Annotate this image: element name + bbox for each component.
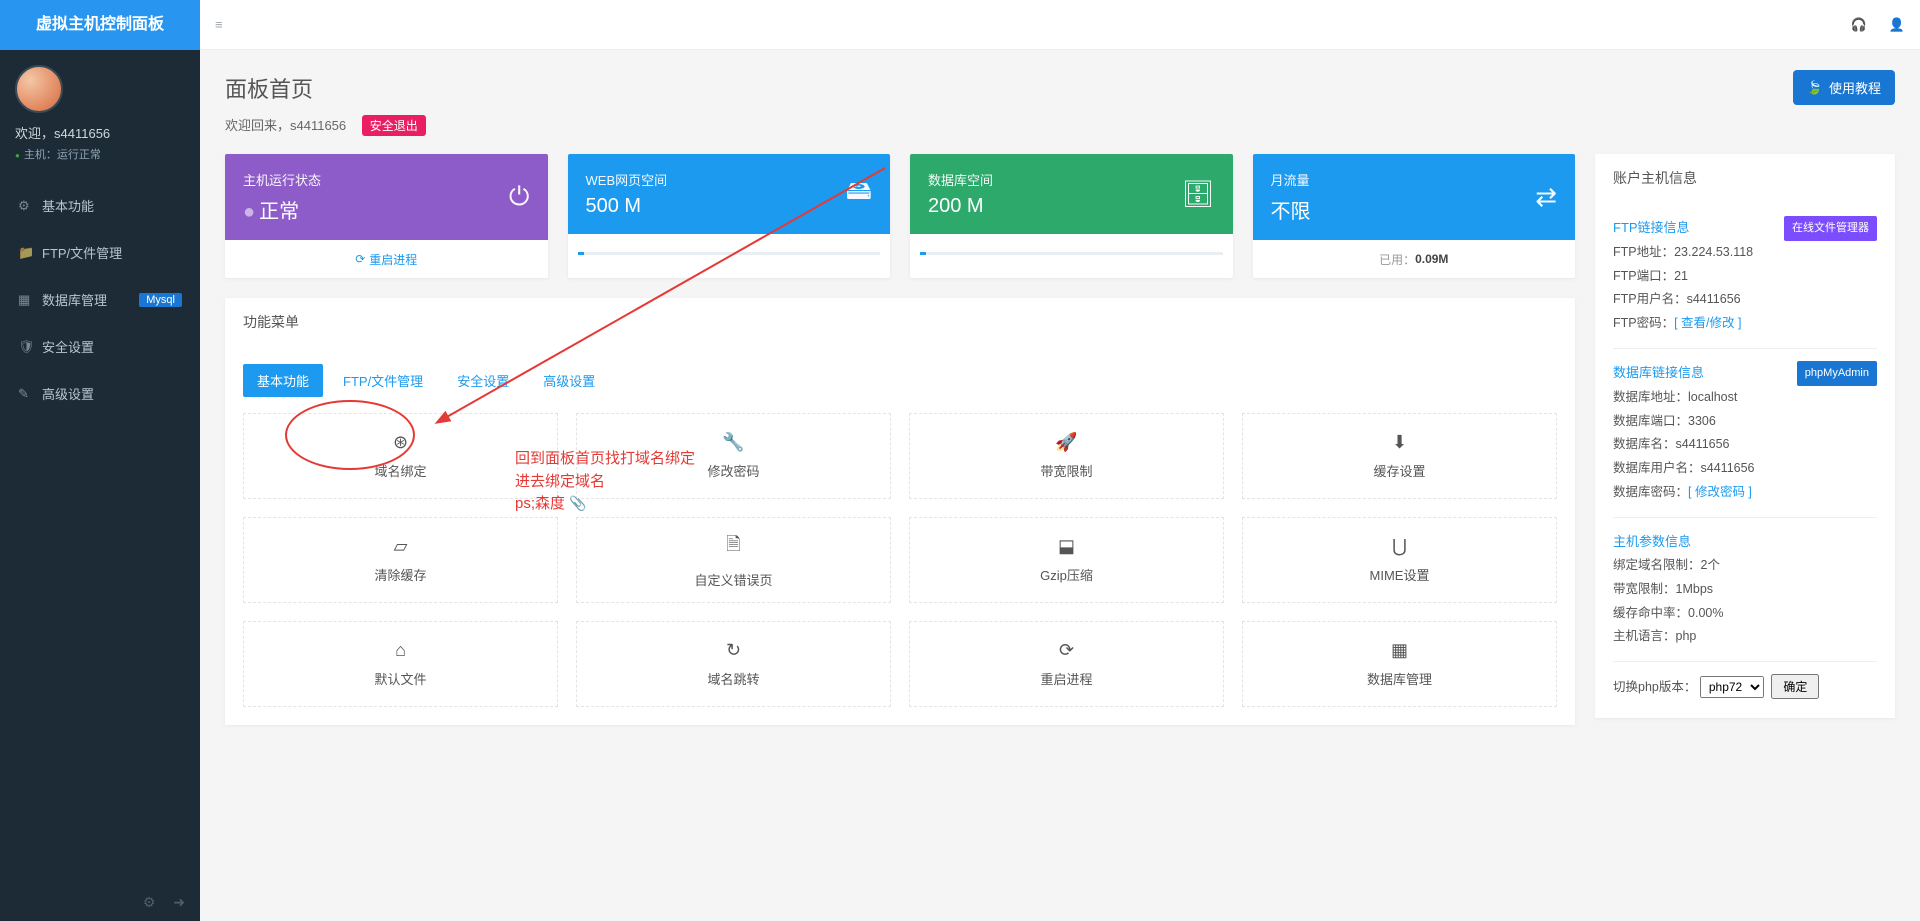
- download-icon: ⬇: [1392, 432, 1407, 453]
- status-card-host: 主机运行状态 ●正常 ⏻ ⟳ 重启进程: [225, 154, 548, 278]
- sub-head: 欢迎回来，s4411656 安全退出: [225, 115, 1895, 136]
- file-icon: 🗎: [726, 532, 740, 562]
- sidebar: 虚拟主机控制面板 欢迎，s4411656 主机：运行正常 ⚙基本功能 📁FTP/…: [0, 0, 200, 921]
- tab-ftp[interactable]: FTP/文件管理: [329, 364, 437, 397]
- fn-error-page[interactable]: 🗎自定义错误页: [576, 517, 891, 603]
- hdd-icon: 🖴: [846, 172, 872, 216]
- rocket-icon: 🚀: [1055, 432, 1077, 453]
- sidebar-bottom: ⚙ ➜: [0, 884, 200, 921]
- page-title: 面板首页: [225, 72, 313, 104]
- info-panel-title: 账户主机信息: [1595, 154, 1895, 202]
- gear-icon[interactable]: ⚙: [143, 894, 156, 910]
- status-card-db: 数据库空间 200 M 🗄: [910, 154, 1233, 278]
- rotate-icon: ↻: [726, 640, 741, 661]
- status-card-web: WEB网页空间 500 M 🖴: [568, 154, 891, 278]
- fn-domain-redirect[interactable]: ↻域名跳转: [576, 621, 891, 707]
- db-usage-bar: [910, 234, 1233, 272]
- avatar[interactable]: [15, 65, 63, 113]
- nav-db[interactable]: ▦数据库管理Mysql: [0, 276, 200, 323]
- gears-icon: ⚙: [18, 198, 42, 214]
- menu-tabs: 基本功能 FTP/文件管理 安全设置 高级设置: [243, 364, 1557, 397]
- tutorial-button[interactable]: 🍃 使用教程: [1793, 70, 1895, 105]
- topbar: ≡ 🎧 👤: [200, 0, 1920, 50]
- fn-default-file[interactable]: ⌂默认文件: [243, 621, 558, 707]
- tab-security[interactable]: 安全设置: [443, 364, 523, 397]
- menu-toggle-icon[interactable]: ≡: [215, 17, 223, 32]
- refresh-icon: ⟳: [1059, 640, 1074, 661]
- nav-basic[interactable]: ⚙基本功能: [0, 182, 200, 229]
- status-row: 主机运行状态 ●正常 ⏻ ⟳ 重启进程 WEB网页空间 500 M: [225, 154, 1575, 278]
- mysql-badge: Mysql: [139, 293, 182, 307]
- function-grid: ⊛域名绑定 🔧修改密码 🚀带宽限制 ⬇缓存设置 ▱清除缓存 🗎自定义错误页 ⬓G…: [243, 413, 1557, 707]
- web-usage-bar: [568, 234, 891, 272]
- fn-db-manage[interactable]: ▦数据库管理: [1242, 621, 1557, 707]
- page-head: 面板首页 🍃 使用教程: [225, 70, 1895, 105]
- tab-basic[interactable]: 基本功能: [243, 364, 323, 397]
- logout-icon[interactable]: ➜: [173, 894, 185, 910]
- account-info-panel: 账户主机信息 FTP链接信息 在线文件管理器 FTP地址：23.224.53.1…: [1595, 154, 1895, 718]
- dribbble-icon: ⊛: [393, 432, 408, 453]
- fn-domain-bind[interactable]: ⊛域名绑定: [243, 413, 558, 499]
- fn-cache-settings[interactable]: ⬇缓存设置: [1242, 413, 1557, 499]
- menu-panel-title: 功能菜单: [225, 298, 1575, 346]
- edit-icon: ✎: [18, 386, 42, 402]
- sidebar-user: 欢迎，s4411656 主机：运行正常: [0, 50, 200, 172]
- fn-mime[interactable]: ⋃MIME设置: [1242, 517, 1557, 603]
- shield-icon: 🛡: [18, 339, 42, 355]
- eraser-icon: ▱: [394, 536, 408, 557]
- phpmyadmin-button[interactable]: phpMyAdmin: [1797, 361, 1877, 386]
- main: ≡ 🎧 👤 面板首页 🍃 使用教程 欢迎回来，s4411656 安全退出: [200, 0, 1920, 745]
- nav-advanced[interactable]: ✎高级设置: [0, 370, 200, 417]
- php-switch-row: 切换php版本： php72 确定: [1613, 674, 1877, 700]
- db-section-title: 数据库链接信息 phpMyAdmin: [1613, 361, 1877, 386]
- exchange-icon: ⇄: [1535, 182, 1557, 213]
- ftp-section-title: FTP链接信息 在线文件管理器: [1613, 216, 1877, 241]
- dropbox-icon: ⬓: [1058, 536, 1075, 557]
- file-manager-button[interactable]: 在线文件管理器: [1784, 216, 1877, 241]
- table-icon: ▦: [18, 292, 42, 308]
- status-card-traffic: 月流量 不限 ⇄ 已用： 0.09M: [1253, 154, 1576, 278]
- user-icon[interactable]: 👤: [1889, 17, 1905, 33]
- nav-security[interactable]: 🛡安全设置: [0, 323, 200, 370]
- sidebar-nav: ⚙基本功能 📁FTP/文件管理 ▦数据库管理Mysql 🛡安全设置 ✎高级设置: [0, 182, 200, 417]
- wrench-icon: 🔧: [722, 432, 744, 453]
- magnet-icon: ⋃: [1392, 536, 1407, 557]
- restart-link[interactable]: ⟳ 重启进程: [225, 240, 548, 278]
- fn-bandwidth-limit[interactable]: 🚀带宽限制: [909, 413, 1224, 499]
- folder-icon: 📁: [18, 245, 42, 261]
- fn-gzip[interactable]: ⬓Gzip压缩: [909, 517, 1224, 603]
- host-section-title: 主机参数信息: [1613, 530, 1877, 555]
- host-status: 主机：运行正常: [15, 146, 185, 162]
- refresh-icon: ⟳: [355, 252, 365, 266]
- traffic-used: 已用： 0.09M: [1253, 240, 1576, 278]
- fn-change-password[interactable]: 🔧修改密码: [576, 413, 891, 499]
- brand-title: 虚拟主机控制面板: [0, 0, 200, 50]
- database-icon: 🗄: [1181, 179, 1214, 210]
- db-pwd-link[interactable]: [ 修改密码 ]: [1688, 485, 1752, 499]
- function-menu-panel: 功能菜单 基本功能 FTP/文件管理 安全设置 高级设置 ⊛域名绑定 🔧修改密码…: [225, 298, 1575, 725]
- leaf-icon: 🍃: [1807, 80, 1823, 96]
- home-icon: ⌂: [395, 640, 406, 661]
- fn-restart[interactable]: ⟳重启进程: [909, 621, 1224, 707]
- welcome-text: 欢迎，s4411656: [15, 123, 185, 142]
- php-version-select[interactable]: php72: [1700, 676, 1764, 698]
- power-icon: ⏻: [509, 181, 530, 213]
- tab-advanced[interactable]: 高级设置: [529, 364, 609, 397]
- php-ok-button[interactable]: 确定: [1771, 674, 1819, 699]
- logout-button[interactable]: 安全退出: [362, 115, 426, 136]
- th-icon: ▦: [1391, 640, 1408, 661]
- nav-ftp[interactable]: 📁FTP/文件管理: [0, 229, 200, 276]
- fn-clear-cache[interactable]: ▱清除缓存: [243, 517, 558, 603]
- ftp-pwd-link[interactable]: [ 查看/修改 ]: [1674, 316, 1741, 330]
- headset-icon[interactable]: 🎧: [1851, 17, 1867, 33]
